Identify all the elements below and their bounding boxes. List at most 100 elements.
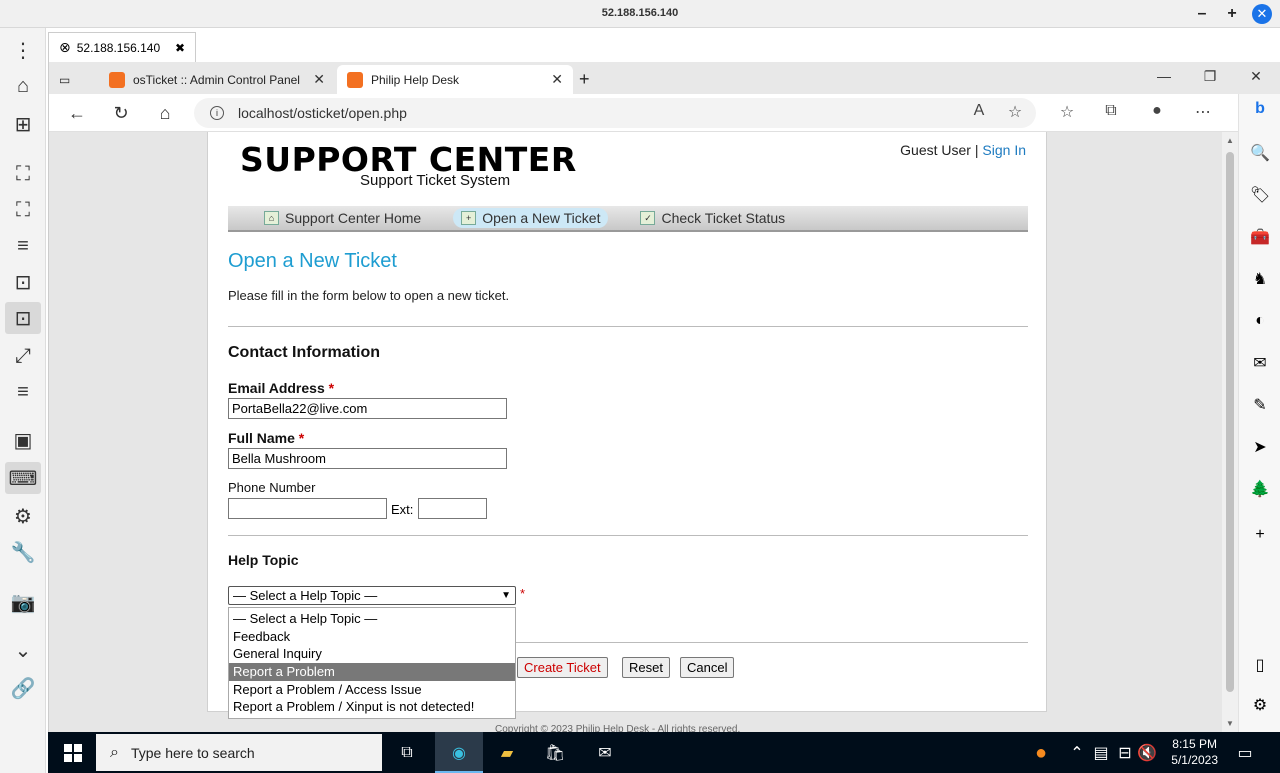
dropdown-option[interactable]: Report a Problem / Access Issue xyxy=(229,681,515,699)
mail-icon[interactable]: ✉ xyxy=(592,740,618,766)
host-minimize-button[interactable]: – xyxy=(1192,4,1212,24)
nav-new-ticket[interactable]: + Open a New Ticket xyxy=(453,208,609,228)
keyboard-icon[interactable]: ⌨ xyxy=(5,462,41,494)
games-icon[interactable]: ♞ xyxy=(1247,266,1273,292)
tab-close-icon[interactable]: ✕ xyxy=(313,71,325,88)
tab-actions-icon[interactable]: ▭ xyxy=(59,65,89,94)
menu-lines-icon-2[interactable]: ≡ xyxy=(5,376,41,408)
logo-sub: Support Ticket System xyxy=(360,172,511,189)
house-icon: ⌂ xyxy=(264,211,279,225)
designer-icon[interactable]: ✎ xyxy=(1247,392,1273,418)
favorites-icon[interactable]: ☆ xyxy=(1055,102,1079,122)
add-favorite-icon[interactable]: ☆ xyxy=(1003,102,1027,122)
office-icon[interactable]: ◐ xyxy=(1247,308,1273,334)
settings-icon[interactable]: ⚙ xyxy=(5,500,41,532)
search-icon[interactable]: 🔍 xyxy=(1247,140,1273,166)
tab-admin-panel[interactable]: osTicket :: Admin Control Panel ✕ xyxy=(99,65,335,94)
outlook-icon[interactable]: ✉ xyxy=(1247,350,1273,376)
bing-icon[interactable]: b xyxy=(1247,96,1273,122)
back-icon[interactable]: ← xyxy=(65,102,89,124)
camera-icon[interactable]: 📷 xyxy=(5,586,41,618)
settings-icon[interactable]: ⚙ xyxy=(1247,692,1273,718)
name-label-text: Full Name xyxy=(228,430,295,446)
menu-lines-icon[interactable]: ≡ xyxy=(5,230,41,262)
edge-icon[interactable]: ◉ xyxy=(446,740,472,766)
window-restore-button[interactable]: ❐ xyxy=(1195,68,1225,85)
scroll-up-icon[interactable]: ▲ xyxy=(1222,136,1238,145)
sidebar-layout-icon[interactable]: ▯ xyxy=(1247,652,1273,678)
more-menu-icon[interactable]: ⋮ xyxy=(5,34,41,66)
scale-icon[interactable]: ⊡ xyxy=(5,302,41,334)
weather-icon[interactable]: ● xyxy=(1028,740,1054,766)
session-tab-strip: ⊗ 52.188.156.140 ✖ xyxy=(46,28,1280,62)
home-icon[interactable]: ⌂ xyxy=(5,70,41,102)
window-icon[interactable]: ▣ xyxy=(5,424,41,456)
phone-field[interactable] xyxy=(228,498,387,519)
page-scrollbar[interactable]: ▲ ▼ xyxy=(1222,132,1238,732)
scroll-thumb[interactable] xyxy=(1226,152,1234,692)
ext-field[interactable] xyxy=(418,498,487,519)
tab-help-desk[interactable]: Philip Help Desk ✕ xyxy=(337,65,573,94)
shopping-icon[interactable]: 🏷 xyxy=(1247,182,1273,208)
address-bar[interactable]: i localhost/osticket/open.php xyxy=(194,98,1036,128)
profile-icon[interactable]: ● xyxy=(1145,102,1169,120)
tray-chevron-icon[interactable]: ⌃ xyxy=(1064,740,1090,766)
dropdown-option[interactable]: Feedback xyxy=(229,628,515,646)
chevron-down-icon[interactable]: ⌄ xyxy=(5,634,41,666)
volume-muted-icon[interactable]: 🔇 xyxy=(1134,740,1160,766)
taskbar-search[interactable]: ⌕ Type here to search xyxy=(96,734,382,771)
tab-label: Philip Help Desk xyxy=(371,72,460,87)
notifications-icon[interactable]: ▭ xyxy=(1232,740,1258,766)
tray-device-icon[interactable]: ▤ xyxy=(1088,740,1114,766)
taskbar-clock[interactable]: 8:15 PM 5/1/2023 xyxy=(1171,736,1218,768)
sign-in-link[interactable]: Sign In xyxy=(982,142,1026,158)
expand-icon[interactable]: ⤢ xyxy=(5,340,41,372)
host-title: 52.188.156.140 xyxy=(601,7,679,19)
windows-start-icon[interactable] xyxy=(64,744,82,762)
window-close-button[interactable]: ✕ xyxy=(1241,68,1271,85)
dropdown-option[interactable]: General Inquiry xyxy=(229,645,515,663)
home-icon[interactable]: ⌂ xyxy=(153,102,177,124)
reset-button[interactable]: Reset xyxy=(622,657,670,678)
help-topic-value: — Select a Help Topic — xyxy=(233,588,378,603)
collections-icon[interactable]: ⧉ xyxy=(1099,102,1123,120)
nav-ticket-status[interactable]: ✓ Check Ticket Status xyxy=(632,208,793,228)
tab-close-icon[interactable]: ✕ xyxy=(551,71,563,88)
scroll-down-icon[interactable]: ▼ xyxy=(1222,719,1238,728)
divider xyxy=(228,326,1028,327)
cancel-button[interactable]: Cancel xyxy=(680,657,735,678)
create-ticket-button[interactable]: Create Ticket xyxy=(517,657,608,678)
site-info-icon[interactable]: i xyxy=(210,106,224,120)
url-text: localhost/osticket/open.php xyxy=(238,105,407,121)
fullscreen-icon[interactable]: ⛶ xyxy=(5,194,41,226)
send-icon[interactable]: ➤ xyxy=(1247,434,1273,460)
more-options-icon[interactable]: ⋯ xyxy=(1191,102,1215,122)
refresh-icon[interactable]: ↻ xyxy=(109,102,133,124)
email-field[interactable] xyxy=(228,398,507,419)
session-close-icon[interactable]: ✖ xyxy=(175,41,185,55)
store-icon[interactable]: 🛍 xyxy=(542,740,568,766)
link-icon[interactable]: 🔗 xyxy=(5,672,41,704)
help-topic-select[interactable]: — Select a Help Topic — ▼ xyxy=(228,586,516,605)
add-icon[interactable]: + xyxy=(1247,522,1273,548)
fit-screen-icon[interactable]: ⛶ xyxy=(5,158,41,190)
tools-icon[interactable]: 🧰 xyxy=(1247,224,1273,250)
tree-icon[interactable]: 🌲 xyxy=(1247,476,1273,502)
window-minimize-button[interactable]: — xyxy=(1149,68,1179,84)
wrench-icon[interactable]: 🔧 xyxy=(5,536,41,568)
full-name-field[interactable] xyxy=(228,448,507,469)
host-close-button[interactable]: ✕ xyxy=(1252,4,1272,24)
dropdown-option[interactable]: — Select a Help Topic — xyxy=(229,610,515,628)
dropdown-option-highlighted[interactable]: Report a Problem xyxy=(229,663,515,681)
file-explorer-icon[interactable]: ▰ xyxy=(494,740,520,766)
display-icon[interactable]: ⊡ xyxy=(5,266,41,298)
new-tab-button[interactable]: + xyxy=(579,65,609,94)
nav-home[interactable]: ⌂ Support Center Home xyxy=(256,208,429,228)
dropdown-option[interactable]: Report a Problem / Xinput is not detecte… xyxy=(229,698,515,716)
session-tab[interactable]: ⊗ 52.188.156.140 ✖ xyxy=(48,32,196,62)
task-view-icon[interactable]: ⧉ xyxy=(394,740,420,766)
host-maximize-button[interactable]: + xyxy=(1222,4,1242,24)
separator: | xyxy=(974,142,979,158)
new-session-icon[interactable]: ⊞ xyxy=(5,108,41,140)
read-aloud-icon[interactable]: A xyxy=(967,102,991,120)
